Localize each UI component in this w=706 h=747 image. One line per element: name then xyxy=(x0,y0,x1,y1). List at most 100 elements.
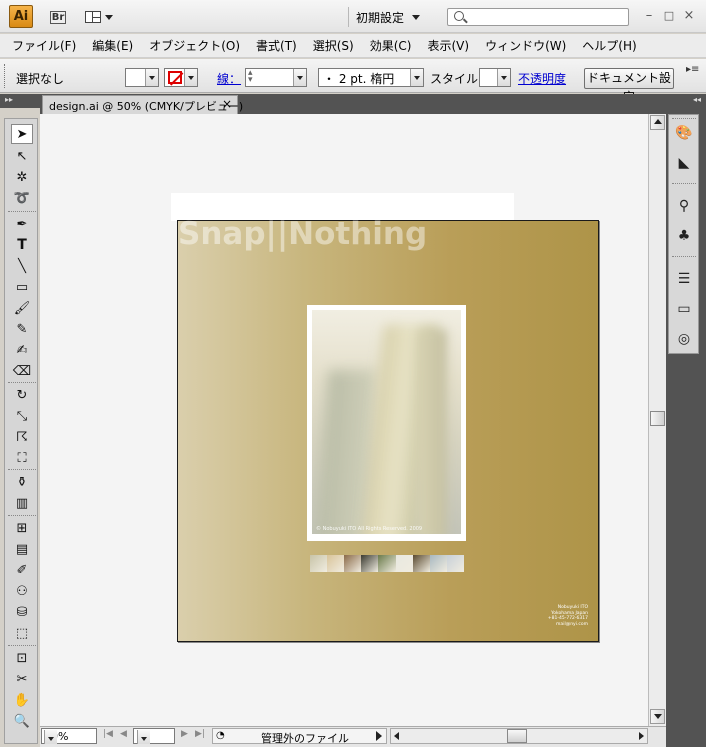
thumbnail-image xyxy=(327,555,345,572)
graphic-style-dropdown[interactable] xyxy=(479,68,511,87)
graph-icon[interactable]: ▥ xyxy=(11,493,33,513)
paintbrush-icon[interactable]: 🖌 xyxy=(11,298,33,318)
menu-help[interactable]: ヘルプ(H) xyxy=(574,37,644,54)
panel-dock-collapse-bar[interactable]: ◂◂ xyxy=(666,94,706,108)
eraser-icon[interactable]: ⌫ xyxy=(11,361,33,381)
type-icon[interactable]: T xyxy=(11,235,33,255)
brush-definition-dropdown[interactable]: ・ 2 pt. 楕円 xyxy=(318,68,424,87)
magic-wand-icon[interactable]: ✲ xyxy=(11,167,33,187)
blend-icon[interactable]: ⚇ xyxy=(11,581,33,601)
arrange-documents-button[interactable] xyxy=(82,7,116,27)
artboard[interactable]: Snap||Nothing © Nobuyuki ITO All Rights … xyxy=(177,216,599,642)
chevron-down-icon xyxy=(44,730,57,744)
live-paint-icon[interactable]: ⛁ xyxy=(11,602,33,622)
credit-line: +81-45-772-6317 xyxy=(547,616,588,621)
maximize-button[interactable]: □ xyxy=(660,8,678,24)
scroll-right-icon[interactable] xyxy=(639,732,644,740)
horizontal-scrollbar[interactable] xyxy=(390,728,648,744)
lasso-icon[interactable]: ➰ xyxy=(11,188,33,208)
first-page-icon[interactable]: |◀ xyxy=(103,729,113,739)
workspace-switcher[interactable]: 初期設定 xyxy=(356,7,434,27)
document-tab[interactable]: design.ai @ 50% (CMYK/プレビュー) × xyxy=(42,95,243,114)
zoom-icon[interactable]: 🔍 xyxy=(11,711,33,731)
menu-object[interactable]: オブジェクト(O) xyxy=(141,37,248,54)
thumbnail-image xyxy=(412,555,430,572)
menu-edit[interactable]: 編集(E) xyxy=(84,37,141,54)
menu-window[interactable]: ウィンドウ(W) xyxy=(477,37,574,54)
toolbox-collapse-bar[interactable]: ▸▸ xyxy=(0,94,40,108)
gradient-panel-icon[interactable]: ▭ xyxy=(673,298,695,320)
panel-menu-icon[interactable]: ▸≡ xyxy=(686,64,699,75)
live-paint-select-icon[interactable]: ⬚ xyxy=(11,623,33,643)
rectangle-icon[interactable]: ▭ xyxy=(11,277,33,297)
artboard-icon[interactable]: ⊡ xyxy=(11,648,33,668)
photo-frame[interactable]: © Nobuyuki ITO All Rights Reserved. 2009 xyxy=(307,305,466,541)
slice-icon[interactable]: ✂ xyxy=(11,669,33,689)
no-stroke-icon xyxy=(168,71,182,84)
scroll-down-button[interactable] xyxy=(650,709,665,724)
selection-tool-icon[interactable]: ➤ xyxy=(11,124,33,144)
free-transform-icon[interactable]: ⛶ xyxy=(11,448,33,468)
brushes-icon[interactable]: ⚲ xyxy=(673,195,695,217)
menu-effect[interactable]: 効果(C) xyxy=(362,37,420,54)
transparency-icon[interactable]: ◎ xyxy=(673,328,695,350)
color-guide-icon[interactable]: ◣ xyxy=(673,152,695,174)
next-page-icon[interactable]: ▶ xyxy=(181,729,188,739)
stroke-weight-field[interactable]: ▴ ▾ xyxy=(245,68,307,87)
line-icon[interactable]: ╲ xyxy=(11,256,33,276)
minimize-button[interactable]: – xyxy=(640,8,658,24)
tool-divider xyxy=(8,382,36,383)
selection-status: 選択なし xyxy=(16,72,65,86)
stroke-icon[interactable]: ☰ xyxy=(673,268,695,290)
mesh-icon[interactable]: ⊞ xyxy=(11,518,33,538)
vertical-scroll-thumb[interactable] xyxy=(650,411,665,426)
search-icon xyxy=(454,11,464,21)
eyedropper-icon[interactable]: ✐ xyxy=(11,560,33,580)
fill-color-dropdown[interactable] xyxy=(125,68,159,87)
stepper-icon: ▴ ▾ xyxy=(248,68,253,85)
symbol-sprayer-icon[interactable]: ⚱ xyxy=(11,472,33,492)
stroke-weight-link[interactable]: 線： xyxy=(217,70,241,87)
warp-icon[interactable]: ☈ xyxy=(11,427,33,447)
symbols-icon[interactable]: ♣ xyxy=(673,225,695,247)
menu-file[interactable]: ファイル(F) xyxy=(4,37,84,54)
menu-view[interactable]: 表示(V) xyxy=(419,37,477,54)
last-page-icon[interactable]: ▶| xyxy=(195,729,205,739)
zoom-level-dropdown[interactable]: 50% xyxy=(41,728,97,744)
go-to-bridge-button[interactable]: Br xyxy=(45,7,71,27)
direct-selection-icon[interactable]: ↖ xyxy=(11,146,33,166)
menu-type[interactable]: 書式(T) xyxy=(248,37,305,54)
chevron-down-icon xyxy=(105,14,113,20)
chevron-down-icon xyxy=(410,69,423,86)
menu-select[interactable]: 選択(S) xyxy=(305,37,362,54)
rotate-icon[interactable]: ↻ xyxy=(11,385,33,405)
status-info[interactable]: ◔ 管理外のファイル xyxy=(212,728,387,745)
stroke-color-dropdown[interactable] xyxy=(164,68,198,87)
close-tab-icon[interactable]: × xyxy=(222,97,232,111)
thumbnail-image xyxy=(344,555,362,572)
document-setup-button[interactable]: ドキュメント設定 xyxy=(584,68,674,104)
scale-icon[interactable]: ⤡ xyxy=(11,406,33,426)
search-input[interactable] xyxy=(447,8,629,26)
pencil-icon[interactable]: ✎ xyxy=(11,319,33,339)
opacity-link[interactable]: 不透明度 xyxy=(518,70,566,87)
close-button[interactable]: × xyxy=(680,8,698,24)
prev-page-icon[interactable]: ◀ xyxy=(120,729,127,739)
arrange-icon xyxy=(85,11,101,23)
vertical-scrollbar[interactable] xyxy=(648,114,666,726)
blob-brush-icon[interactable]: ✍ xyxy=(11,340,33,360)
hand-icon[interactable]: ✋ xyxy=(11,690,33,710)
color-palette-icon[interactable]: 🎨 xyxy=(673,122,695,144)
horizontal-scroll-thumb[interactable] xyxy=(507,729,527,743)
scroll-up-button[interactable] xyxy=(650,115,665,130)
panel-grip[interactable] xyxy=(4,64,7,88)
photo-caption: © Nobuyuki ITO All Rights Reserved. 2009 xyxy=(316,526,423,532)
status-icon: ◔ xyxy=(216,730,225,741)
thumbnail-image xyxy=(446,555,464,572)
panel-divider xyxy=(672,183,696,184)
scroll-left-icon[interactable] xyxy=(394,732,399,740)
gradient-icon[interactable]: ▤ xyxy=(11,539,33,559)
page-number-dropdown[interactable]: 1 xyxy=(133,728,175,744)
artwork-title: Snap||Nothing xyxy=(178,216,428,252)
pen-icon[interactable]: ✒ xyxy=(11,214,33,234)
